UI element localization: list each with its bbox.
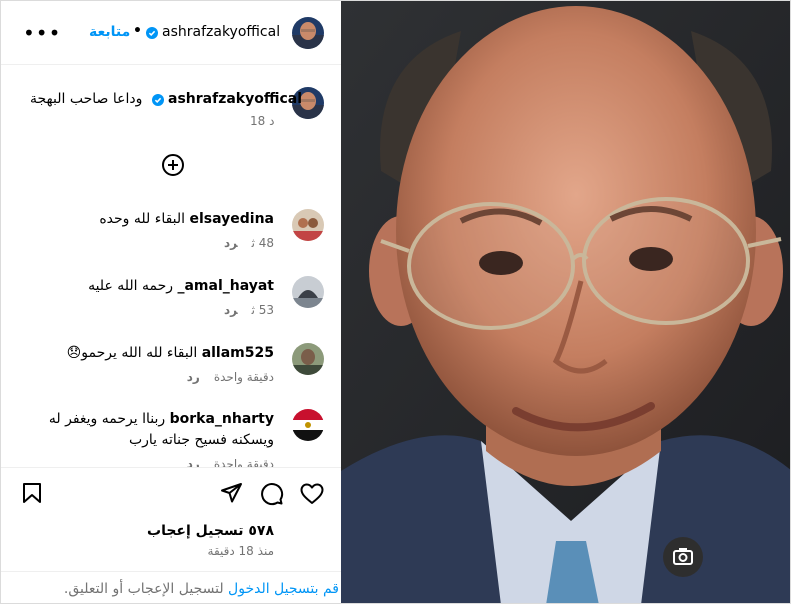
comment-time: دقيقة واحدة bbox=[213, 370, 274, 384]
reply-button[interactable]: رد bbox=[224, 236, 238, 250]
verified-icon bbox=[152, 94, 164, 106]
like-icon[interactable] bbox=[300, 483, 324, 505]
comment-line: allam525 البقاء لله الله يرحمو😞 bbox=[67, 345, 274, 361]
post-side-panel: ••• متابعة • ashrafzakyoffical ashrafzak… bbox=[1, 1, 341, 603]
caption-username[interactable]: ashrafzakyoffical bbox=[168, 91, 302, 107]
comment-line: borka_nharty ربنا‌ا يرحمه ويغفر له bbox=[49, 411, 274, 427]
header-username[interactable]: ashrafzakyoffical bbox=[162, 24, 280, 40]
comment-meta: 48 ث رد bbox=[224, 236, 274, 250]
likes-count[interactable]: ٥٧٨ تسجيل إعجاب bbox=[147, 523, 274, 539]
follow-button[interactable]: متابعة bbox=[89, 24, 130, 40]
comment-item: elsayedina البقاء لله وحده 48 ث رد bbox=[1, 209, 341, 271]
comment-username[interactable]: allam525 bbox=[202, 345, 274, 361]
post-time[interactable]: منذ 18 دقيقة bbox=[208, 544, 274, 558]
login-prompt: قم بتسجيل الدخول لتسجيل الإعجاب أو التعل… bbox=[1, 571, 341, 603]
commenter-avatar[interactable] bbox=[292, 409, 324, 441]
comment-time: 53 ث bbox=[251, 303, 274, 317]
comment-item: borka_nharty ربنا‌ا يرحمه ويغفر له ويسكن… bbox=[1, 409, 341, 467]
post-photo[interactable] bbox=[341, 1, 790, 603]
header-avatar[interactable] bbox=[292, 17, 324, 49]
login-prompt-text: قم بتسجيل الدخول لتسجيل الإعجاب أو التعل… bbox=[64, 581, 339, 597]
comment-text-continued: ويسكنه فسيح جناته يارب bbox=[128, 432, 274, 448]
share-icon[interactable] bbox=[220, 482, 243, 504]
commenter-avatar[interactable] bbox=[292, 343, 324, 375]
camera-icon[interactable] bbox=[663, 537, 703, 577]
portrait-image bbox=[341, 1, 790, 603]
header-separator: • bbox=[133, 23, 142, 39]
reply-button[interactable]: رد bbox=[187, 457, 200, 467]
comment-username[interactable]: elsayedina bbox=[190, 211, 275, 227]
bookmark-icon[interactable] bbox=[22, 482, 42, 504]
reply-button[interactable]: رد bbox=[187, 370, 200, 384]
post-actions: ٥٧٨ تسجيل إعجاب منذ 18 دقيقة bbox=[1, 467, 341, 571]
comment-meta: دقيقة واحدة رد bbox=[187, 370, 274, 384]
post-header: ••• متابعة • ashrafzakyoffical bbox=[1, 1, 341, 65]
load-more-comments-icon[interactable] bbox=[162, 154, 184, 176]
comment-time: دقيقة واحدة bbox=[213, 457, 274, 467]
comment-meta: 53 ث رد bbox=[224, 303, 274, 317]
login-prompt-rest: لتسجيل الإعجاب أو التعليق. bbox=[63, 581, 229, 597]
comment-line: amal_hayat_ رحمه الله عليه bbox=[88, 278, 274, 294]
commenter-avatar[interactable] bbox=[292, 276, 324, 308]
comments-thread[interactable]: ashrafzakyoffical وداعا صاحب البهجة 18 د bbox=[1, 65, 341, 467]
verified-icon bbox=[146, 27, 158, 39]
comment-text: البقاء لله الله يرحمو😞 bbox=[66, 345, 198, 361]
comment-line: elsayedina البقاء لله وحده bbox=[99, 211, 274, 227]
more-options-icon[interactable]: ••• bbox=[23, 21, 61, 45]
comment-text: رحمه الله عليه bbox=[88, 278, 174, 294]
caption-time: 18 د bbox=[250, 114, 275, 128]
comment-text: ربنا‌ا يرحمه ويغفر له bbox=[48, 411, 166, 427]
comment-username[interactable]: amal_hayat_ bbox=[177, 278, 274, 294]
commenter-avatar[interactable] bbox=[292, 209, 324, 241]
post-frame: ••• متابعة • ashrafzakyoffical ashrafzak… bbox=[0, 0, 791, 604]
comment-text: البقاء لله وحده bbox=[99, 211, 186, 227]
caption-text: وداعا صاحب البهجة bbox=[30, 91, 143, 107]
login-link[interactable]: قم بتسجيل الدخول bbox=[228, 581, 339, 597]
comment-time: 48 ث bbox=[251, 236, 274, 250]
comment-item: amal_hayat_ رحمه الله عليه 53 ث رد bbox=[1, 276, 341, 338]
comment-meta: دقيقة واحدة رد bbox=[187, 457, 274, 467]
reply-button[interactable]: رد bbox=[224, 303, 238, 317]
comment-icon[interactable] bbox=[260, 482, 284, 506]
comment-item: allam525 البقاء لله الله يرحمو😞 دقيقة وا… bbox=[1, 343, 341, 405]
comment-username[interactable]: borka_nharty bbox=[170, 411, 274, 427]
